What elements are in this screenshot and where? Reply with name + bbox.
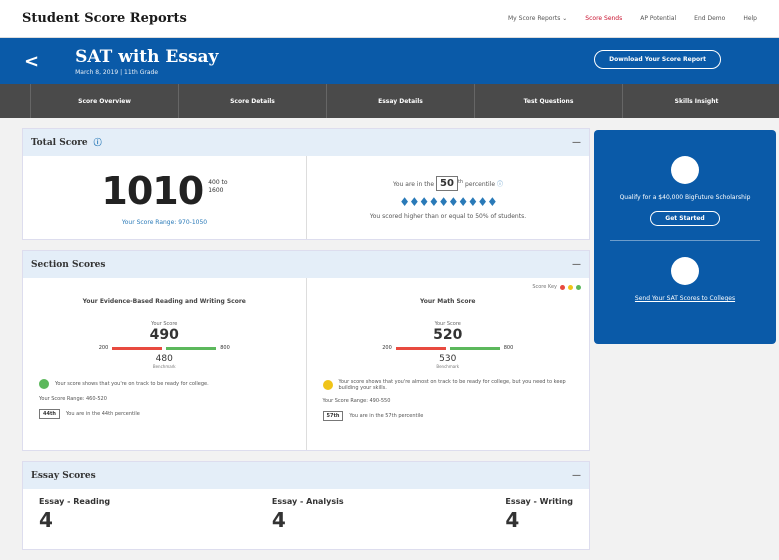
section-scores-heading: Section Scores bbox=[31, 259, 106, 270]
percentile-note: You scored higher than or equal to 50% o… bbox=[369, 212, 527, 220]
bar-max: 800 bbox=[220, 345, 230, 351]
tab-bar: Score Overview Score Details Essay Detai… bbox=[0, 84, 779, 118]
math-bar: 200 800 bbox=[382, 345, 513, 351]
math-column: Your Math Score Your Score 520 200 800 53… bbox=[305, 278, 590, 450]
get-started-button[interactable]: Get Started bbox=[650, 211, 720, 226]
erw-column: Your Evidence-Based Reading and Writing … bbox=[23, 278, 306, 450]
score-key-label: Score Key bbox=[532, 284, 557, 290]
people-icon-row: ♦♦♦♦♦♦♦♦♦♦ bbox=[399, 194, 498, 209]
erw-score: 490 bbox=[149, 327, 179, 343]
download-report-button[interactable]: Download Your Score Report bbox=[594, 50, 721, 69]
erw-note: Your score shows that you're on track to… bbox=[55, 381, 209, 387]
tab-skills-insight[interactable]: Skills Insight bbox=[622, 84, 770, 118]
bar-max: 800 bbox=[503, 345, 514, 351]
score-range-link[interactable]: Your Score Range: 970-1050 bbox=[122, 219, 207, 226]
essay-scores-header[interactable]: Essay Scores — bbox=[23, 462, 589, 489]
percentile-pre: You are in the bbox=[393, 180, 435, 188]
essay-writing: Essay - Writing 4 bbox=[505, 489, 573, 549]
essay-writing-label: Essay - Writing bbox=[505, 497, 573, 506]
tab-test-questions[interactable]: Test Questions bbox=[474, 84, 622, 118]
erw-pct-box: 44th bbox=[39, 409, 60, 419]
green-dot-icon bbox=[576, 284, 581, 290]
bar-min: 200 bbox=[382, 345, 392, 351]
tab-score-overview[interactable]: Score Overview bbox=[30, 84, 178, 118]
percentile-post: percentile bbox=[465, 180, 496, 188]
warning-icon bbox=[322, 380, 333, 390]
red-dot-icon bbox=[560, 284, 565, 290]
divider bbox=[610, 240, 760, 241]
erw-benchmark: 480 bbox=[155, 354, 173, 364]
essay-analysis-value: 4 bbox=[271, 508, 286, 532]
essay-reading: Essay - Reading 4 bbox=[39, 489, 110, 549]
scholarship-text: Qualify for a $40,000 BigFuture Scholars… bbox=[619, 194, 751, 201]
check-icon bbox=[39, 379, 49, 389]
bar-min: 200 bbox=[98, 345, 109, 351]
math-title: Your Math Score bbox=[419, 298, 476, 305]
total-score-header[interactable]: Total Score ⓘ — bbox=[23, 129, 589, 156]
nav-help[interactable]: Help bbox=[743, 15, 757, 22]
math-pct-text: You are in the 57th percentile bbox=[349, 413, 424, 419]
total-score-heading: Total Score bbox=[31, 137, 88, 148]
essay-writing-value: 4 bbox=[505, 508, 520, 532]
section-scores-header[interactable]: Section Scores — bbox=[23, 251, 589, 278]
app-title: Student Score Reports bbox=[22, 11, 187, 26]
erw-title: Your Evidence-Based Reading and Writing … bbox=[82, 298, 246, 305]
essay-analysis-label: Essay - Analysis bbox=[271, 497, 344, 506]
hero-banner: < SAT with Essay March 8, 2019 | 11th Gr… bbox=[0, 38, 779, 84]
erw-pct-text: You are in the 44th percentile bbox=[65, 411, 140, 417]
tab-score-details[interactable]: Score Details bbox=[178, 84, 326, 118]
math-note: Your score shows that you're almost on t… bbox=[338, 379, 566, 391]
top-bar: Student Score Reports My Score Reports ⌄… bbox=[0, 0, 779, 38]
page-title: SAT with Essay bbox=[75, 46, 219, 67]
nav-end-demo[interactable]: End Demo bbox=[694, 15, 725, 22]
yellow-dot-icon bbox=[568, 284, 573, 290]
total-score-card: Total Score ⓘ — 1010 400 to 1600 Your Sc… bbox=[22, 128, 590, 240]
tab-essay-details[interactable]: Essay Details bbox=[326, 84, 474, 118]
erw-bar: 200 800 bbox=[99, 345, 230, 351]
math-benchmark: 530 bbox=[439, 354, 457, 364]
scholarship-icon bbox=[671, 156, 699, 184]
scholarship-panel: Qualify for a $40,000 BigFuture Scholars… bbox=[594, 130, 776, 344]
section-scores-card: Section Scores — Score Key Your Evidence… bbox=[22, 250, 590, 451]
math-pct-box: 57th bbox=[322, 411, 344, 421]
nav-ap-potential[interactable]: AP Potential bbox=[640, 15, 676, 22]
collapse-icon[interactable]: — bbox=[572, 260, 581, 270]
score-key[interactable]: Score Key bbox=[532, 284, 581, 290]
top-nav: My Score Reports ⌄ Score Sends AP Potent… bbox=[508, 15, 757, 22]
total-score-value: 1010 bbox=[101, 169, 204, 213]
math-score: 520 bbox=[433, 327, 463, 343]
essay-analysis: Essay - Analysis 4 bbox=[272, 489, 344, 549]
help-icon[interactable]: ⓘ bbox=[94, 137, 102, 148]
page-subtitle: March 8, 2019 | 11th Grade bbox=[75, 68, 159, 76]
send-scores-link[interactable]: Send Your SAT Scores to Colleges bbox=[635, 295, 735, 302]
collapse-icon[interactable]: — bbox=[572, 471, 581, 481]
collapse-icon[interactable]: — bbox=[572, 138, 581, 148]
percentile-box: 50 bbox=[436, 175, 458, 191]
nav-score-sends[interactable]: Score Sends bbox=[585, 15, 622, 22]
essay-scores-heading: Essay Scores bbox=[31, 470, 96, 481]
essay-reading-value: 4 bbox=[39, 508, 53, 532]
main-content: Total Score ⓘ — 1010 400 to 1600 Your Sc… bbox=[22, 128, 590, 560]
essay-scores-card: Essay Scores — Essay - Reading 4 Essay - … bbox=[22, 461, 590, 550]
total-score-range-label: 400 to 1600 bbox=[208, 179, 228, 194]
back-arrow-icon[interactable]: < bbox=[24, 51, 39, 72]
send-scores-icon bbox=[671, 257, 699, 285]
erw-range: Your Score Range: 460-520 bbox=[39, 396, 107, 402]
help-icon[interactable]: ⓘ bbox=[497, 181, 503, 188]
nav-my-score-reports[interactable]: My Score Reports ⌄ bbox=[508, 15, 567, 22]
math-range: Your Score Range: 490-550 bbox=[322, 398, 391, 404]
essay-reading-label: Essay - Reading bbox=[39, 497, 111, 506]
